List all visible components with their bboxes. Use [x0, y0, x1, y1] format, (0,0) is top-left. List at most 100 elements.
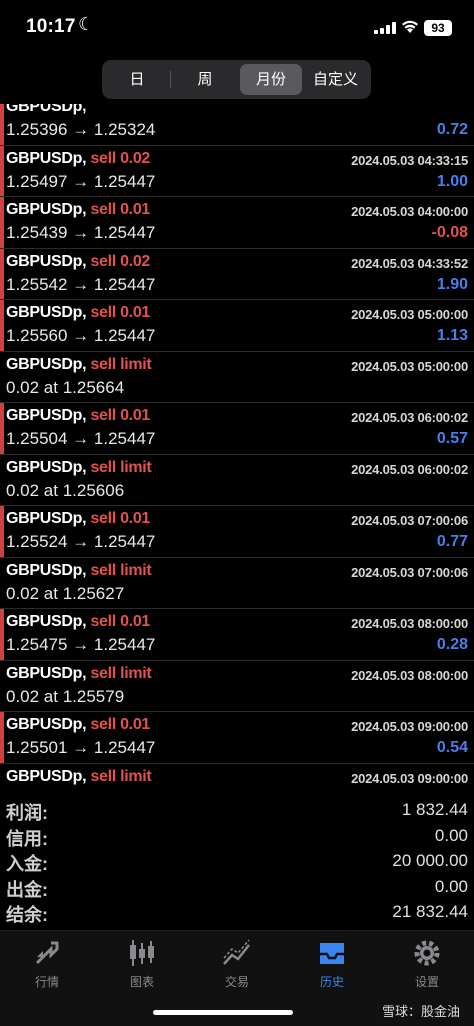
- trade-row[interactable]: GBPUSDp, 1.25396 → 1.25324 0.72: [0, 104, 474, 146]
- trade-time: 2024.05.03 07:00:06: [351, 513, 468, 528]
- trade-row[interactable]: GBPUSDp, sell 0.01 2024.05.03 08:00:00 1.2…: [0, 609, 474, 661]
- position-marker: [0, 300, 4, 351]
- symbol-text: GBPUSDp,: [6, 252, 87, 270]
- trade-time: 2024.05.03 05:00:00: [351, 307, 468, 322]
- position-marker: [0, 712, 4, 763]
- candlestick-icon: [130, 940, 154, 966]
- trade-symbol: GBPUSDp, sell 0.01: [6, 613, 150, 631]
- summary-row: 入金: 20 000.00: [0, 848, 474, 874]
- trade-profit: 1.13: [436, 327, 468, 344]
- nav-history[interactable]: 历史: [285, 937, 379, 990]
- trade-price: 1.25396 → 1.25324: [6, 120, 156, 139]
- nav-charts-label: 图表: [129, 975, 154, 989]
- trade-row[interactable]: GBPUSDp, sell 0.01 2024.05.03 07:00:06 1.2…: [0, 506, 474, 558]
- trade-action: sell 0.02: [90, 149, 151, 167]
- trade-row[interactable]: GBPUSDp, sell limit 2024.05.03 06:00:02 0.…: [0, 455, 474, 506]
- trade-price: 1.25524 → 1.25447: [6, 532, 156, 551]
- trade-profit: 1.90: [436, 275, 468, 293]
- position-marker: [0, 145, 4, 196]
- summary-label: 结余:: [6, 905, 48, 925]
- status-bar: 10:17 ☾ 93: [0, 0, 474, 56]
- position-marker: [0, 506, 4, 557]
- tab-day[interactable]: 日: [106, 64, 168, 95]
- trade-symbol: GBPUSDp, sell 0.01: [6, 201, 150, 219]
- trade-time: 2024.05.03 07:00:06: [351, 564, 468, 580]
- symbol-text: GBPUSDp,: [6, 304, 87, 321]
- tab-week[interactable]: 周: [172, 64, 238, 95]
- wifi-icon: [402, 20, 418, 33]
- trade-symbol: GBPUSDp, sell 0.01: [6, 407, 150, 425]
- trade-time: 2024.05.03 08:00:00: [351, 667, 468, 683]
- trade-price: 0.02 at 1.25664: [6, 377, 125, 397]
- trade-price: 0.02 at 1.25627: [6, 583, 125, 603]
- battery-indicator: 93: [424, 20, 452, 36]
- trade-profit: 0.54: [436, 739, 468, 756]
- trade-row[interactable]: GBPUSDp, sell 0.01 2024.05.03 09:00:00 1.2…: [0, 712, 474, 764]
- nav-settings[interactable]: 设置: [380, 937, 474, 990]
- trade-price: 1.25439 → 1.25447: [6, 223, 156, 242]
- position-marker: [0, 248, 4, 299]
- trade-symbol: GBPUSDp, sell 0.02: [6, 253, 150, 271]
- trade-time: 2024.05.03 06:00:02: [351, 461, 468, 477]
- trade-action: sell 0.01: [90, 201, 151, 218]
- trade-time: 2024.05.03 06:00:02: [351, 410, 468, 425]
- trade-symbol: GBPUSDp, sell limit: [6, 665, 152, 683]
- summary-row: 利润: 1 832.44: [0, 797, 474, 823]
- trade-action: sell limit: [90, 355, 152, 373]
- trade-row[interactable]: GBPUSDp, sell 0.01 2024.05.03 05:00:00 1.2…: [0, 300, 474, 352]
- trade-time: 2024.05.03 09:00:00: [351, 770, 468, 786]
- symbol-text: GBPUSDp,: [6, 561, 87, 579]
- trade-row[interactable]: GBPUSDp, sell limit 2024.05.03 09:00:00 0.…: [0, 764, 474, 793]
- summary-label: 入金:: [6, 854, 48, 874]
- nav-charts[interactable]: 图表: [95, 937, 189, 990]
- summary-value: 0.00: [434, 876, 468, 896]
- trade-price: 1.25504 → 1.25447: [6, 429, 156, 448]
- trade-symbol: GBPUSDp, sell limit: [6, 458, 152, 477]
- nav-trade[interactable]: 交易: [190, 937, 284, 990]
- trade-action: sell 0.01: [90, 716, 151, 733]
- trade-action: sell limit: [90, 458, 152, 476]
- history-list: GBPUSDp, 1.25396 → 1.25324 0.72 GBPUSDp, s…: [0, 104, 474, 792]
- period-selector: 日 周 月份 自定义: [102, 60, 371, 99]
- trade-row[interactable]: GBPUSDp, sell 0.02 2024.05.03 04:33:15 1.2…: [0, 145, 474, 197]
- summary-row: 出金: 0.00: [0, 874, 474, 900]
- trade-action: sell limit: [90, 561, 152, 579]
- nav-history-label: 历史: [319, 975, 344, 989]
- trade-row[interactable]: GBPUSDp, sell 0.02 2024.05.03 04:33:52 1.2…: [0, 248, 474, 300]
- nav-quotes-label: 行情: [34, 975, 59, 989]
- home-indicator[interactable]: [153, 1010, 293, 1015]
- gear-icon: [414, 940, 440, 966]
- arrows-icon: [35, 941, 59, 965]
- cellular-signal-icon: [374, 22, 396, 34]
- tab-custom[interactable]: 自定义: [304, 64, 367, 95]
- tab-month[interactable]: 月份: [240, 64, 302, 95]
- summary-value: 0.00: [434, 825, 468, 845]
- trade-price: 0.02 at 1.25604: [6, 790, 124, 793]
- trade-profit: 1.00: [436, 172, 468, 190]
- summary-label: 信用:: [6, 828, 48, 849]
- trade-profit: 0.28: [436, 636, 468, 653]
- summary-value: 20 000.00: [392, 851, 468, 870]
- summary-value: 1 832.44: [401, 800, 468, 819]
- symbol-text: GBPUSDp,: [6, 613, 87, 630]
- symbol-text: GBPUSDp,: [6, 407, 87, 424]
- summary-row: 信用: 0.00: [0, 823, 474, 849]
- trade-row[interactable]: GBPUSDp, sell limit 2024.05.03 05:00:00 0.…: [0, 352, 474, 403]
- moon-icon: ☾: [78, 14, 95, 34]
- trade-row[interactable]: GBPUSDp, sell limit 2024.05.03 08:00:00 0.…: [0, 661, 474, 712]
- trade-row[interactable]: GBPUSDp, sell 0.01 2024.05.03 06:00:02 1.2…: [0, 403, 474, 455]
- trade-profit: 0.57: [436, 430, 468, 447]
- trade-row[interactable]: GBPUSDp, sell 0.01 2024.05.03 04:00:00 1.2…: [0, 197, 474, 249]
- nav-quotes[interactable]: 行情: [0, 937, 94, 990]
- symbol-text: GBPUSDp,: [6, 201, 87, 218]
- trade-price: 1.25501 → 1.25447: [6, 738, 156, 757]
- position-marker: [0, 104, 4, 145]
- symbol-text: GBPUSDp,: [6, 355, 87, 373]
- trade-profit: 0.77: [436, 533, 468, 550]
- trade-price: 1.25497 → 1.25447: [6, 171, 156, 191]
- trade-price: 0.02 at 1.25579: [6, 686, 125, 706]
- trade-row[interactable]: GBPUSDp, sell limit 2024.05.03 07:00:06 0.…: [0, 558, 474, 609]
- trade-action: sell limit: [90, 767, 152, 785]
- trade-price: 1.25475 → 1.25447: [6, 635, 156, 654]
- trade-symbol: GBPUSDp, sell 0.01: [6, 304, 150, 322]
